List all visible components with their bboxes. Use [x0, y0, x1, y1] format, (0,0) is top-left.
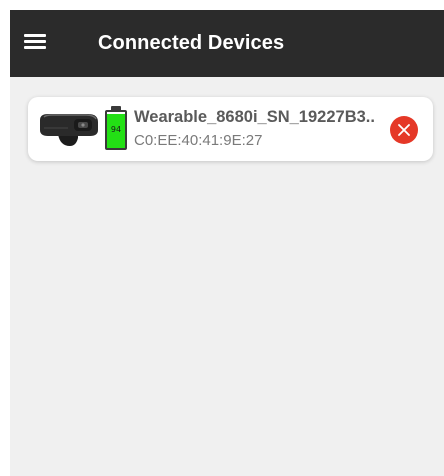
battery-percent: 94	[110, 125, 122, 134]
device-card[interactable]: 94 Wearable_8680i_SN_19227B3.. C0:EE:40:…	[28, 97, 433, 161]
disconnect-button[interactable]	[390, 116, 418, 144]
app-bar: Connected Devices	[10, 10, 444, 77]
wearable-scanner-icon	[40, 114, 98, 146]
page-title: Connected Devices	[98, 32, 285, 54]
battery-indicator: 94	[105, 106, 127, 150]
device-name: Wearable_8680i_SN_19227B3..	[134, 108, 375, 126]
device-mac-address: C0:EE:40:41:9E:27	[134, 132, 263, 149]
screen: Connected Devices 94 Wearable_8680i_SN_1…	[10, 10, 444, 476]
hamburger-menu-icon[interactable]	[24, 33, 46, 49]
close-circle-icon	[398, 124, 410, 136]
